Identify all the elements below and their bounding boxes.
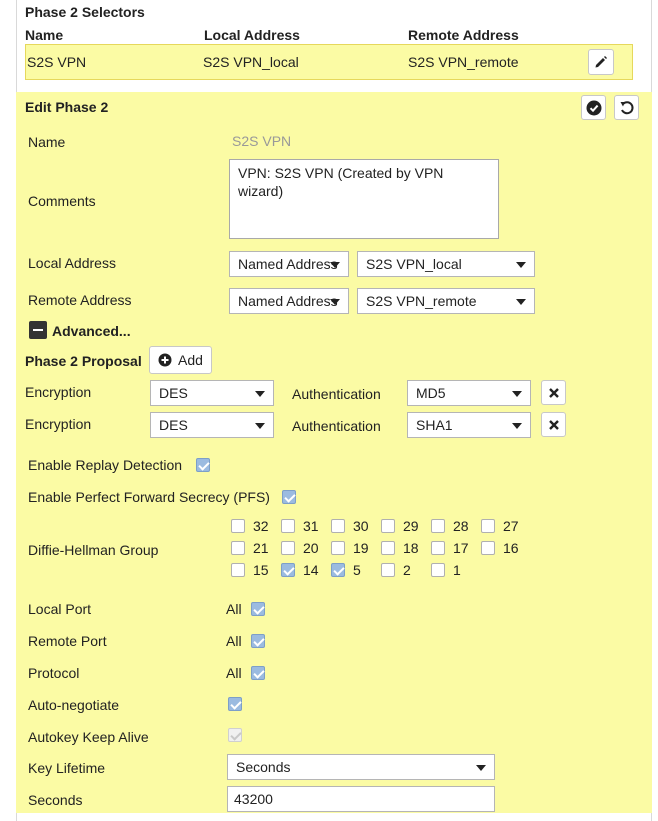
dh-group-value: 19: [353, 540, 369, 556]
key-lifetime-select[interactable]: Seconds: [227, 754, 495, 780]
dh-group-value: 31: [303, 518, 319, 534]
autokey-keepalive-checkbox: [228, 728, 242, 742]
collapse-minus-icon[interactable]: [29, 321, 47, 339]
add-proposal-label: Add: [178, 352, 203, 368]
dh-group-checkbox[interactable]: [231, 541, 245, 555]
remote-address-label: Remote Address: [28, 292, 132, 308]
comments-label: Comments: [28, 193, 96, 209]
dh-group-checkbox[interactable]: [381, 519, 395, 533]
authentication-select[interactable]: MD5: [407, 380, 531, 406]
dh-group-checkbox[interactable]: [281, 541, 295, 555]
selector-row[interactable]: S2S VPN S2S VPN_local S2S VPN_remote: [25, 44, 633, 80]
revert-button[interactable]: [614, 95, 639, 120]
remote-port-all-label: All: [226, 633, 242, 649]
encryption-label: Encryption: [25, 416, 92, 432]
dh-group-value: 28: [453, 518, 469, 534]
seconds-label: Seconds: [28, 792, 83, 808]
dh-group-value: 2: [403, 562, 411, 578]
dh-group-checkbox[interactable]: [331, 563, 345, 577]
remote-address-type-select[interactable]: Named Address: [229, 288, 349, 314]
dh-group-value: 20: [303, 540, 319, 556]
replay-detection-label: Enable Replay Detection: [28, 457, 183, 473]
undo-icon: [620, 100, 634, 114]
dh-group-value: 32: [253, 518, 269, 534]
advanced-toggle[interactable]: Advanced...: [52, 323, 131, 339]
dh-group-label: Diffie-Hellman Group: [28, 542, 159, 558]
replay-detection-checkbox[interactable]: [196, 458, 210, 472]
dh-group-value: 17: [453, 540, 469, 556]
close-icon: [548, 419, 559, 430]
auto-negotiate-checkbox[interactable]: [228, 697, 242, 711]
encryption-select[interactable]: DES: [150, 380, 274, 406]
name-value: S2S VPN: [232, 133, 292, 149]
dh-group-value: 5: [353, 562, 361, 578]
col-header-remote: Remote Address: [408, 27, 519, 43]
pencil-icon: [595, 56, 607, 68]
dh-group-value: 16: [503, 540, 519, 556]
dh-group-checkbox[interactable]: [231, 563, 245, 577]
plus-circle-icon: [158, 353, 172, 367]
encryption-label: Encryption: [25, 384, 92, 400]
remote-address-select[interactable]: S2S VPN_remote: [357, 288, 535, 314]
remove-proposal-button[interactable]: [541, 380, 566, 405]
authentication-select[interactable]: SHA1: [407, 412, 531, 438]
local-address-type-select[interactable]: Named Address: [229, 251, 349, 277]
selector-row-local: S2S VPN_local: [203, 54, 299, 70]
authentication-label: Authentication: [292, 418, 381, 434]
comments-textarea[interactable]: VPN: S2S VPN (Created by VPN wizard): [229, 159, 499, 239]
pfs-label: Enable Perfect Forward Secrecy (PFS): [28, 489, 270, 505]
dh-group-value: 14: [303, 562, 319, 578]
local-address-label: Local Address: [28, 255, 116, 271]
dh-group-value: 27: [503, 518, 519, 534]
local-port-all-checkbox[interactable]: [251, 602, 265, 616]
dh-group-checkbox[interactable]: [431, 541, 445, 555]
remove-proposal-button[interactable]: [541, 412, 566, 437]
dh-group-value: 21: [253, 540, 269, 556]
autokey-keepalive-label: Autokey Keep Alive: [28, 729, 149, 745]
dh-group-checkbox[interactable]: [481, 541, 495, 555]
dh-group-value: 29: [403, 518, 419, 534]
authentication-label: Authentication: [292, 386, 381, 402]
pfs-checkbox[interactable]: [282, 490, 296, 504]
add-proposal-button[interactable]: Add: [149, 346, 212, 374]
dh-group-checkbox[interactable]: [431, 563, 445, 577]
col-header-local: Local Address: [204, 27, 300, 43]
selector-row-name: S2S VPN: [27, 54, 87, 70]
dh-group-checkbox[interactable]: [231, 519, 245, 533]
dh-group-value: 15: [253, 562, 269, 578]
selectors-title: Phase 2 Selectors: [25, 4, 145, 20]
remote-port-all-checkbox[interactable]: [251, 634, 265, 648]
dh-group-checkbox[interactable]: [381, 563, 395, 577]
col-header-name: Name: [25, 27, 64, 43]
edit-phase2-title: Edit Phase 2: [25, 99, 109, 115]
dh-group-value: 18: [403, 540, 419, 556]
dh-group-checkbox[interactable]: [281, 563, 295, 577]
local-port-label: Local Port: [28, 601, 92, 617]
dh-group-checkbox[interactable]: [331, 519, 345, 533]
protocol-all-label: All: [226, 665, 242, 681]
close-icon: [548, 387, 559, 398]
dh-group-checkbox[interactable]: [431, 519, 445, 533]
encryption-select[interactable]: DES: [150, 412, 274, 438]
dh-group-checkbox[interactable]: [331, 541, 345, 555]
dh-group-value: 1: [453, 562, 461, 578]
protocol-all-checkbox[interactable]: [251, 666, 265, 680]
dh-group-checkbox[interactable]: [481, 519, 495, 533]
auto-negotiate-label: Auto-negotiate: [28, 697, 120, 713]
apply-button[interactable]: [581, 95, 606, 120]
check-circle-icon: [586, 100, 601, 115]
protocol-label: Protocol: [28, 665, 80, 681]
key-lifetime-label: Key Lifetime: [28, 760, 106, 776]
seconds-input[interactable]: 43200: [227, 786, 495, 812]
dh-group-value: 30: [353, 518, 369, 534]
dh-group-checkbox[interactable]: [381, 541, 395, 555]
local-address-select[interactable]: S2S VPN_local: [357, 251, 535, 277]
local-port-all-label: All: [226, 601, 242, 617]
remote-port-label: Remote Port: [28, 633, 107, 649]
name-label: Name: [28, 134, 66, 150]
dh-group-checkbox[interactable]: [281, 519, 295, 533]
proposal-label: Phase 2 Proposal: [25, 353, 142, 369]
selector-row-remote: S2S VPN_remote: [408, 54, 519, 70]
edit-button[interactable]: [588, 49, 614, 75]
